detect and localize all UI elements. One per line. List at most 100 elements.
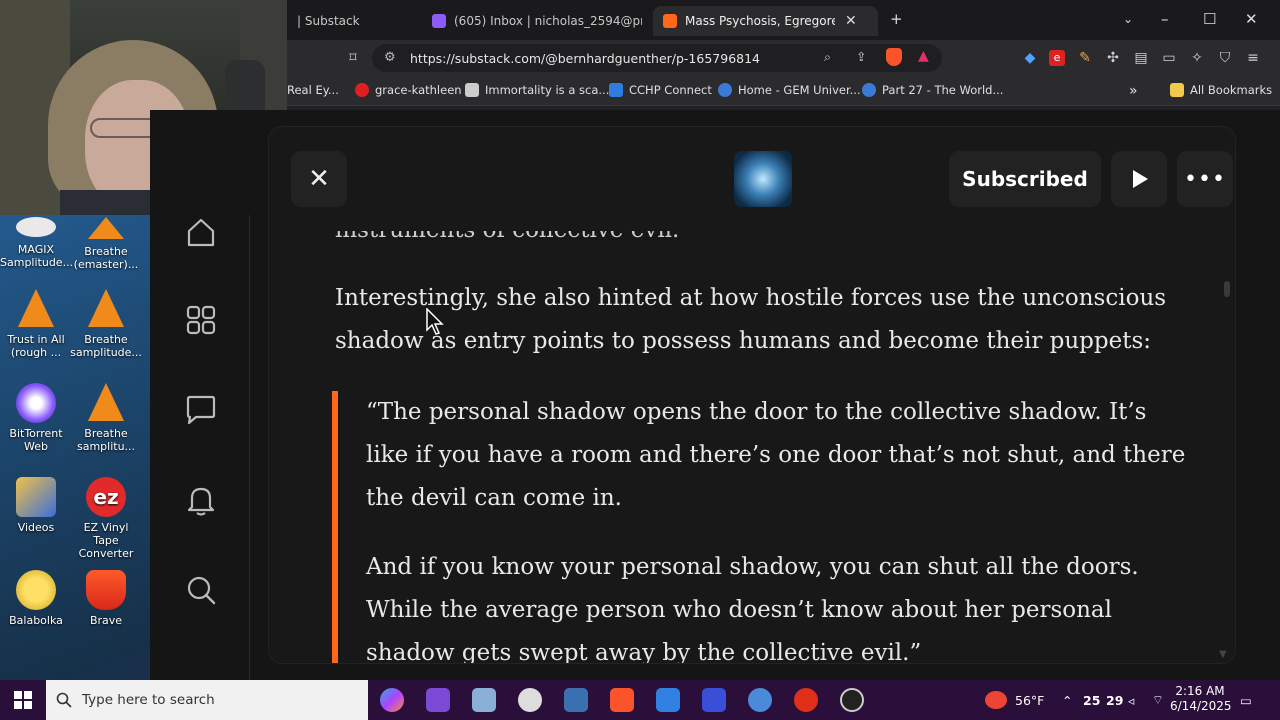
- bookmark-grace-kathleen[interactable]: grace-kathleen: [355, 83, 462, 97]
- extension-e-icon[interactable]: e: [1049, 50, 1065, 66]
- close-tab-icon[interactable]: ✕: [845, 13, 857, 29]
- desktop-icon-label: Trust in All (rough ...: [7, 333, 65, 359]
- address-bar[interactable]: ⚙ https://substack.com/@bernhardguenther…: [372, 44, 942, 72]
- wallet-gem-icon[interactable]: ◆: [1022, 50, 1038, 66]
- browser-window: | Substack (605) Inbox | nicholas_2594@p…: [287, 0, 1280, 110]
- ellipsis-icon: •••: [1184, 166, 1226, 192]
- bookmark-favicon: [355, 83, 369, 97]
- home-icon[interactable]: [184, 215, 218, 249]
- start-button[interactable]: [0, 680, 46, 720]
- desktop-icon-trust-in-all[interactable]: Trust in All (rough ...: [0, 289, 72, 359]
- tab-substack[interactable]: | Substack: [287, 6, 417, 36]
- globe-app-icon[interactable]: [748, 688, 772, 712]
- bookmark-label: Real Ey...: [287, 83, 339, 97]
- explore-grid-icon[interactable]: [184, 303, 218, 337]
- folder-icon: [1170, 83, 1184, 97]
- pen-app-icon[interactable]: [426, 688, 450, 712]
- subscribed-button[interactable]: Subscribed: [949, 151, 1101, 207]
- desktop-icon-balabolka[interactable]: Balabolka: [0, 570, 72, 627]
- desktop-icon-ez-vinyl[interactable]: ez EZ Vinyl Tape Converter: [70, 477, 142, 560]
- file-explorer-icon[interactable]: [472, 688, 496, 712]
- notifications-icon[interactable]: ▭: [1240, 680, 1252, 720]
- menu-icon[interactable]: ≡: [1245, 50, 1261, 66]
- scrollbar-thumb[interactable]: [1224, 281, 1230, 297]
- brave-taskbar-icon[interactable]: [610, 688, 634, 712]
- blockquote-paragraph-2: And if you know your personal shadow, yo…: [366, 554, 1139, 664]
- weather-widget[interactable]: 56°F: [985, 680, 1044, 720]
- bookmark-part-27[interactable]: Part 27 - The World...: [862, 83, 1003, 97]
- clock-time: 2:16 AM: [1175, 684, 1225, 698]
- desktop-icon-magix[interactable]: MAGIX Samplitude...: [0, 217, 73, 269]
- tab-strip: | Substack (605) Inbox | nicholas_2594@p…: [287, 0, 1280, 40]
- piano-app-icon[interactable]: [702, 688, 726, 712]
- brave-rewards-icon[interactable]: ▲: [918, 48, 929, 64]
- bookmark-favicon: [862, 83, 876, 97]
- network-icon[interactable]: ⌔: [1152, 680, 1164, 720]
- desktop-icon-breathe-samplitude[interactable]: Breathe samplitude...: [70, 289, 142, 359]
- weather-temp: 56°F: [1015, 692, 1045, 708]
- downloader-icon[interactable]: [656, 688, 680, 712]
- site-info-icon[interactable]: ⚙: [384, 50, 396, 65]
- scroll-down-arrow-icon[interactable]: ▼: [1219, 649, 1227, 660]
- brave-shields-icon[interactable]: [886, 48, 902, 66]
- copilot-icon[interactable]: [380, 688, 404, 712]
- close-window-icon[interactable]: ✕: [1245, 10, 1258, 28]
- notifications-bell-icon[interactable]: [184, 483, 218, 517]
- zoom-icon[interactable]: ⌕: [824, 49, 831, 65]
- desktop-icon-label: Videos: [17, 521, 55, 534]
- calculator-icon[interactable]: [564, 688, 588, 712]
- desktop-icon-breathe-samplitu[interactable]: Breathe samplitu...: [70, 383, 142, 453]
- windows-taskbar: Type here to search 56°F ⌃ 25 29 ◃ ⌔ 2:1…: [0, 680, 1280, 720]
- play-audio-button[interactable]: [1111, 151, 1167, 207]
- bookmark-label: Immortality is a sca...: [485, 83, 610, 97]
- sidebar-icon[interactable]: ▤: [1133, 50, 1149, 66]
- desktop-icon-bittorrent[interactable]: BitTorrent Web: [0, 383, 72, 453]
- w-app-icon[interactable]: [794, 688, 818, 712]
- leo-ai-icon[interactable]: ✧: [1189, 50, 1205, 66]
- show-hidden-icons[interactable]: ⌃: [1062, 680, 1072, 720]
- desktop-icon-breathe-emaster[interactable]: Breathe (emaster)...: [70, 217, 142, 271]
- bookmark-icon[interactable]: ⌑: [345, 50, 361, 66]
- taskbar-search-input[interactable]: Type here to search: [46, 680, 368, 720]
- close-reader-button[interactable]: ✕: [291, 151, 347, 207]
- url-text: https://substack.com/@bernhardguenther/p…: [410, 50, 760, 66]
- article-body: instruments of collective evil. Interest…: [269, 217, 1235, 664]
- extensions-puzzle-icon[interactable]: ✣: [1105, 50, 1121, 66]
- bookmark-immortality[interactable]: Immortality is a sca...: [465, 83, 609, 97]
- bookmark-cchp[interactable]: CCHP Connect: [609, 83, 712, 97]
- blockquote-paragraph-1: “The personal shadow opens the door to t…: [366, 399, 1186, 511]
- all-bookmarks-folder[interactable]: All Bookmarks: [1170, 83, 1272, 97]
- protonmail-icon: [432, 14, 446, 28]
- extension-pen-icon[interactable]: ✎: [1077, 50, 1093, 66]
- bookmark-favicon: [718, 83, 732, 97]
- bookmark-gem-university[interactable]: Home - GEM Univer...: [718, 83, 861, 97]
- tab-search-chevron-icon[interactable]: ⌄: [1123, 12, 1133, 26]
- tray-counter-1[interactable]: 25: [1083, 680, 1100, 720]
- wallet-icon[interactable]: ▭: [1161, 50, 1177, 66]
- pinwheel-app-icon[interactable]: [518, 688, 542, 712]
- taskbar-clock[interactable]: 2:16 AM 6/14/2025: [1170, 684, 1232, 714]
- tab-mass-psychosis[interactable]: Mass Psychosis, Egregores, And ✕: [653, 6, 878, 36]
- obs-icon[interactable]: [840, 688, 864, 712]
- publication-logo[interactable]: [734, 151, 792, 207]
- search-icon[interactable]: [184, 573, 218, 607]
- share-icon[interactable]: ⇪: [856, 49, 866, 64]
- search-placeholder: Type here to search: [82, 692, 215, 708]
- desktop-icon-label: Balabolka: [9, 614, 63, 627]
- minimize-icon[interactable]: –: [1161, 10, 1169, 28]
- desktop-icon-videos[interactable]: Videos: [0, 477, 72, 534]
- new-tab-icon[interactable]: +: [890, 10, 903, 28]
- substack-icon: [663, 14, 677, 28]
- desktop-icon-brave[interactable]: Brave: [70, 570, 142, 627]
- more-options-button[interactable]: •••: [1177, 151, 1233, 207]
- bookmarks-bar: Real Ey... grace-kathleen Immortality is…: [287, 76, 1280, 106]
- bookmark-real-ey[interactable]: Real Ey...: [287, 83, 339, 97]
- tray-counter-2[interactable]: 29: [1106, 680, 1123, 720]
- tab-inbox[interactable]: (605) Inbox | nicholas_2594@protonm: [422, 6, 642, 36]
- brave-icon: [86, 570, 126, 610]
- more-bookmarks-chevron-icon[interactable]: »: [1129, 83, 1138, 99]
- maximize-icon[interactable]: ☐: [1203, 10, 1216, 28]
- speaker-icon[interactable]: ◃: [1128, 680, 1134, 720]
- chat-icon[interactable]: [184, 393, 218, 427]
- vpn-shield-icon[interactable]: ⛉: [1217, 50, 1233, 66]
